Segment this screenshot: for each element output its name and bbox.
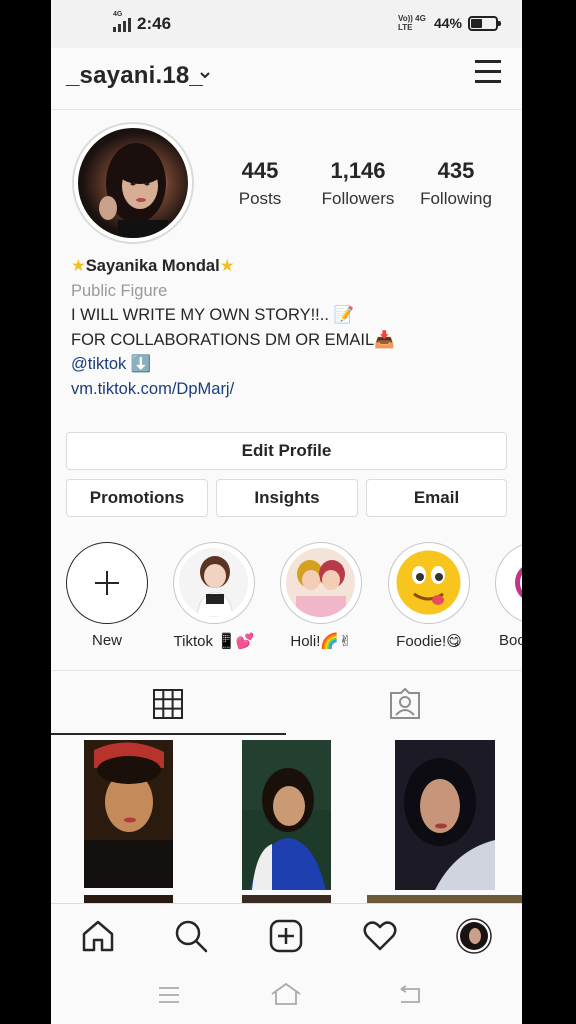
post-thumbnail[interactable] bbox=[367, 895, 522, 903]
recent-apps-icon[interactable] bbox=[157, 985, 181, 1005]
search-icon[interactable] bbox=[173, 918, 209, 954]
promotions-button[interactable]: Promotions bbox=[66, 479, 208, 517]
edit-profile-button[interactable]: Edit Profile bbox=[66, 432, 507, 470]
post-thumbnail[interactable] bbox=[395, 740, 495, 890]
highlight-thumbnail bbox=[515, 567, 522, 598]
highlight-tiktok[interactable]: Tiktok 📱💕 bbox=[172, 542, 256, 650]
highlight-thumbnail bbox=[196, 556, 234, 617]
followers-count: 1,146 bbox=[330, 158, 386, 183]
profile-bio: ★Sayanika Mondal★ Public Figure I WILL W… bbox=[71, 254, 511, 401]
post-thumbnail[interactable] bbox=[84, 740, 173, 888]
status-bar: 4G 2:46 Vo)) 4G LTE 44% bbox=[51, 0, 522, 48]
highlight-foodie[interactable]: Foodie!😋 bbox=[387, 542, 471, 650]
username-switcher[interactable]: _sayani.18_ bbox=[66, 62, 203, 90]
bio-line: I WILL WRITE MY OWN STORY!!.. bbox=[71, 306, 329, 324]
star-icon: ★ bbox=[71, 257, 86, 275]
highlight-label: Boo bbox=[499, 632, 522, 649]
down-arrow-icon: ⬇️ bbox=[130, 355, 152, 373]
display-name: Sayanika Mondal bbox=[85, 257, 220, 275]
back-icon[interactable] bbox=[397, 985, 423, 1005]
post-thumbnail[interactable] bbox=[242, 740, 331, 890]
stat-followers[interactable]: 1,146 Followers bbox=[309, 158, 407, 209]
following-label: Following bbox=[420, 189, 492, 208]
inbox-icon: 📥 bbox=[374, 330, 395, 349]
battery-icon bbox=[468, 15, 501, 31]
highlight-label: Tiktok 📱💕 bbox=[173, 633, 255, 650]
profile-tabs bbox=[51, 670, 522, 735]
posts-count: 445 bbox=[241, 158, 279, 183]
volte-indicator: Vo)) 4G LTE bbox=[397, 14, 426, 32]
post-thumbnail[interactable] bbox=[84, 895, 173, 903]
highlight-boo[interactable]: Boo bbox=[495, 542, 522, 649]
followers-label: Followers bbox=[321, 189, 395, 208]
system-navigation bbox=[51, 969, 522, 1024]
insights-button[interactable]: Insights bbox=[216, 479, 358, 517]
home-button-icon[interactable] bbox=[270, 982, 302, 1006]
grid-icon bbox=[153, 689, 183, 719]
stat-following[interactable]: 435 Following bbox=[407, 158, 505, 209]
highlight-new[interactable]: New bbox=[65, 542, 149, 649]
profile-header: _sayani.18_ bbox=[51, 48, 522, 110]
following-count: 435 bbox=[437, 158, 475, 183]
category-label: Public Figure bbox=[71, 281, 168, 300]
profile-avatar[interactable] bbox=[456, 918, 492, 954]
instagram-profile-screen: 4G 2:46 Vo)) 4G LTE 44% _sayani.18_ 445 … bbox=[51, 0, 522, 1024]
memo-icon: 📝 bbox=[333, 306, 355, 324]
bio-line: FOR COLLABORATIONS DM OR EMAIL bbox=[71, 330, 375, 349]
star-icon: ★ bbox=[219, 257, 235, 275]
highlight-thumbnail bbox=[396, 550, 461, 615]
highlight-label: New bbox=[91, 632, 122, 649]
highlight-label: Foodie!😋 bbox=[396, 633, 462, 650]
hamburger-icon[interactable] bbox=[473, 58, 505, 86]
highlight-holi[interactable]: Holi!🌈✌ bbox=[279, 542, 363, 650]
plus-icon bbox=[95, 571, 119, 595]
highlight-thumbnail bbox=[296, 560, 346, 617]
battery-percent: 44% bbox=[433, 15, 462, 31]
mention-link[interactable]: @tiktok bbox=[71, 355, 126, 373]
tab-tagged[interactable] bbox=[287, 671, 522, 735]
profile-stats: 445 Posts 1,146 Followers 435 Following bbox=[211, 158, 511, 209]
signal-icon: 4G bbox=[113, 11, 131, 32]
bottom-navigation bbox=[51, 903, 522, 969]
highlight-label: Holi!🌈✌ bbox=[290, 633, 352, 650]
tab-grid[interactable] bbox=[51, 671, 286, 735]
stat-posts[interactable]: 445 Posts bbox=[211, 158, 309, 209]
tagged-icon bbox=[390, 688, 420, 719]
chevron-down-icon[interactable] bbox=[199, 69, 211, 81]
posts-label: Posts bbox=[238, 189, 282, 208]
profile-avatar[interactable] bbox=[72, 122, 194, 244]
home-icon[interactable] bbox=[80, 918, 116, 954]
add-icon[interactable] bbox=[268, 918, 304, 954]
heart-icon[interactable] bbox=[362, 918, 398, 954]
website-link[interactable]: vm.tiktok.com/DpMarj/ bbox=[71, 377, 511, 402]
clock: 2:46 bbox=[137, 14, 172, 33]
post-thumbnail[interactable] bbox=[242, 895, 331, 903]
email-button[interactable]: Email bbox=[366, 479, 507, 517]
